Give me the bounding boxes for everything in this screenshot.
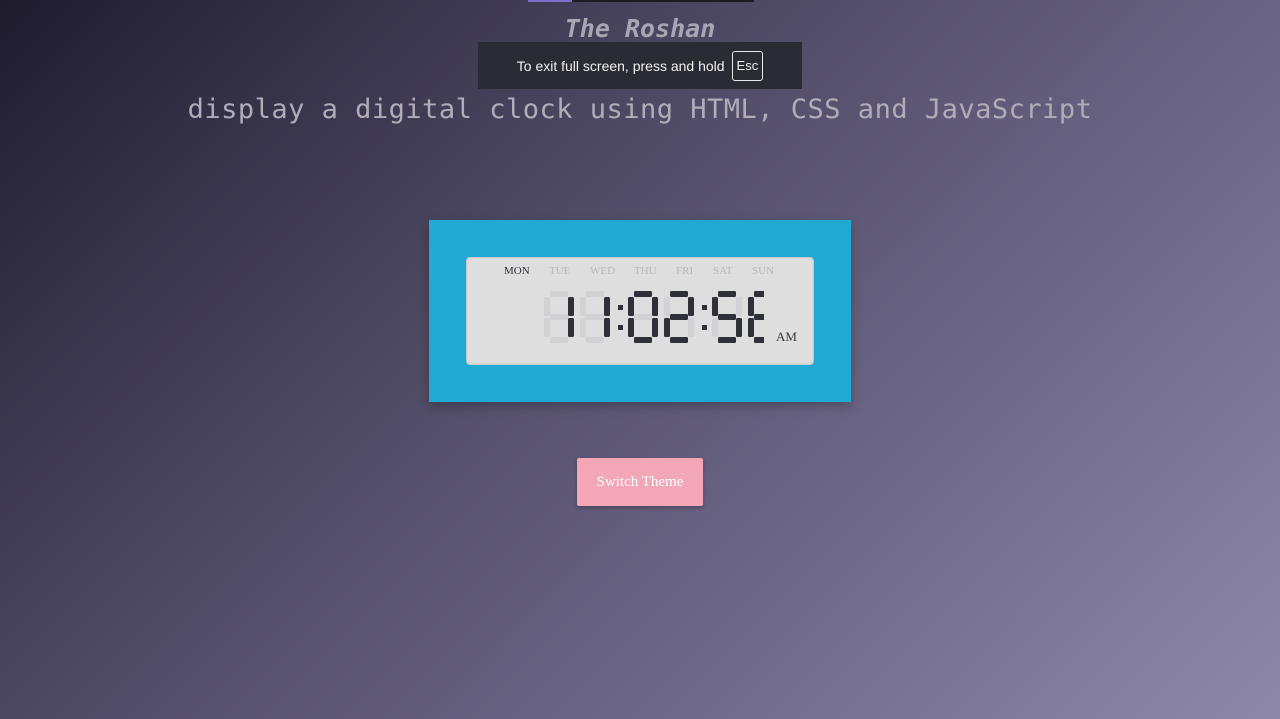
esc-key-hint: Esc [731, 50, 764, 81]
segment-d [718, 337, 736, 343]
segment-g [550, 314, 568, 320]
segment-b [736, 297, 742, 316]
segment-f [712, 297, 718, 316]
segment-g [586, 314, 604, 320]
day-fri: FRI [676, 265, 694, 277]
site-title: The Roshan [564, 14, 716, 43]
day-thu: THU [634, 265, 657, 277]
colon-dot [702, 325, 707, 330]
segment-c [652, 318, 658, 337]
segment-b [604, 297, 610, 316]
switch-theme-button[interactable]: Switch Theme [577, 458, 703, 506]
segment-e [628, 318, 634, 337]
time-digit [748, 291, 764, 343]
segment-g [670, 314, 688, 320]
fullscreen-exit-toast: To exit full screen, press and hold Esc [478, 42, 802, 89]
segment-f [748, 297, 754, 316]
day-mon: MON [504, 265, 530, 277]
segment-e [664, 318, 670, 337]
time-digit [544, 291, 574, 343]
day-wed: WED [590, 265, 616, 277]
segment-a [586, 291, 604, 297]
time-digits [544, 291, 764, 343]
time-digit [712, 291, 742, 343]
segment-b [568, 297, 574, 316]
clock-display: MON TUE WED THU FRI SAT SUN AM [466, 257, 814, 365]
day-sun: SUN [752, 265, 775, 277]
fullscreen-toast-message: To exit full screen, press and hold [516, 57, 725, 74]
segment-d [670, 337, 688, 343]
colon-dot [618, 305, 623, 310]
segment-c [688, 318, 694, 337]
segment-c [736, 318, 742, 337]
segment-c [568, 318, 574, 337]
day-tue: TUE [549, 265, 571, 277]
day-sat: SAT [713, 265, 733, 277]
time-digit [580, 291, 610, 343]
segment-a [670, 291, 688, 297]
segment-e [712, 318, 718, 337]
segment-d [634, 337, 652, 343]
time-digit [664, 291, 694, 343]
top-strip-accent [528, 0, 572, 2]
am-pm-indicator: AM [776, 329, 797, 344]
segment-d [586, 337, 604, 343]
colon-dot [702, 305, 707, 310]
segment-a [718, 291, 736, 297]
segment-e [544, 318, 550, 337]
segment-g [718, 314, 736, 320]
segment-e [580, 318, 586, 337]
segment-e [748, 318, 754, 337]
segment-f [580, 297, 586, 316]
clock-frame: MON TUE WED THU FRI SAT SUN AM [429, 220, 851, 402]
page-subtitle: display a digital clock using HTML, CSS … [187, 94, 1093, 125]
segment-a [634, 291, 652, 297]
colon-dot [618, 325, 623, 330]
segment-g [634, 314, 652, 320]
segment-c [604, 318, 610, 337]
segment-g [754, 314, 764, 320]
segment-b [688, 297, 694, 316]
segment-f [664, 297, 670, 316]
segment-a [754, 291, 764, 297]
segment-a [550, 291, 568, 297]
top-strip [528, 0, 754, 2]
time-digit [628, 291, 658, 343]
segment-f [544, 297, 550, 316]
segment-f [628, 297, 634, 316]
segment-d [550, 337, 568, 343]
segment-b [652, 297, 658, 316]
segment-d [754, 337, 764, 343]
